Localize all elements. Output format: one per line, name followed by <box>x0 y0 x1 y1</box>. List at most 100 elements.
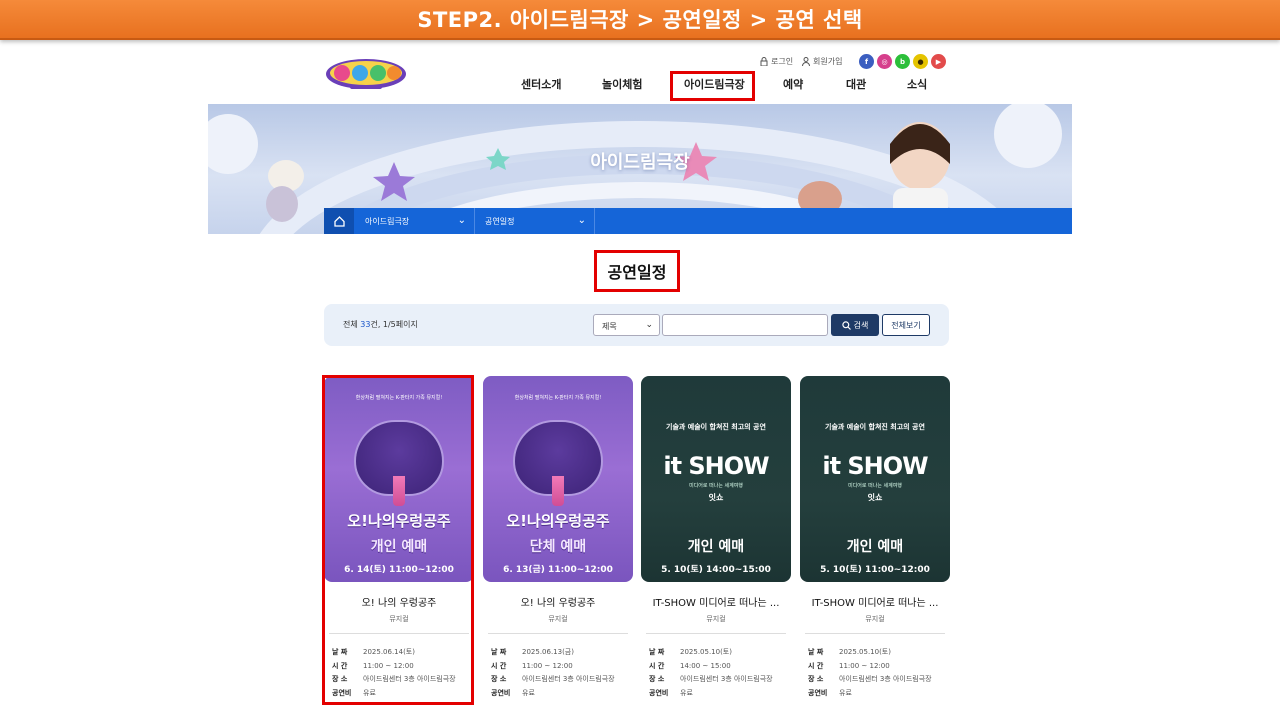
poster-booking-type: 개인 예매 <box>846 539 904 555</box>
page-title: 공연일정 <box>607 263 667 282</box>
poster-title: it SHOW <box>822 452 928 480</box>
card-info: 날 짜 2025.06.13(금) 시 간 11:00 ~ 12:00 장 소 아이드… <box>491 646 631 700</box>
poster-korean-title: 잇쇼 <box>867 493 883 502</box>
subnav-dropdown-theater[interactable]: 아이드림극장 ⌄ <box>355 208 475 234</box>
kakao-icon[interactable]: ● <box>913 54 928 69</box>
card-title[interactable]: 오! 나의 우렁공주 <box>483 594 633 609</box>
home-icon <box>333 215 345 227</box>
info-value: 11:00 ~ 12:00 <box>839 661 890 670</box>
subnav-dropdown-label: 아이드림극장 <box>365 216 410 226</box>
info-value: 유료 <box>522 688 535 697</box>
poster-image[interactable]: 환상처럼 펼쳐지는 K-판타지 가족 뮤지컬! 오!나의우렁공주 단체 예매 6… <box>483 376 633 582</box>
step-title: STEP2. 아이드림극장 > 공연일정 > 공연 선택 <box>417 8 863 32</box>
info-key: 시 간 <box>649 661 665 670</box>
card-genre: 뮤지컬 <box>706 615 726 623</box>
login-label: 로그인 <box>771 57 794 66</box>
info-key: 날 짜 <box>491 648 507 656</box>
instagram-icon[interactable]: ◎ <box>877 54 892 69</box>
lock-icon <box>760 57 768 66</box>
info-value: 아이드림센터 3층 아이드림극장 <box>680 675 773 683</box>
nav-item-reservation[interactable]: 예약 <box>783 76 803 92</box>
poster-tagline: 기술과 예술이 합쳐진 최고의 공연 <box>666 423 766 431</box>
poster-date: 6. 13(금) 11:00~12:00 <box>503 565 613 575</box>
search-button-label: 검색 <box>853 320 869 330</box>
performance-card[interactable]: 환상처럼 펼쳐지는 K-판타지 가족 뮤지컬! 오!나의우렁공주 단체 예매 6… <box>483 376 633 706</box>
nav-item-play[interactable]: 놀이체험 <box>602 76 642 92</box>
info-value: 11:00 ~ 12:00 <box>522 661 573 670</box>
chevron-down-icon: ⌄ <box>645 320 653 330</box>
poster-tassel <box>552 476 564 506</box>
poster-image[interactable]: 기술과 예술이 합쳐진 최고의 공연 it SHOW 미디어로 떠나는 세계여행… <box>800 376 950 582</box>
facebook-icon[interactable]: f <box>859 54 874 69</box>
site-logo[interactable] <box>324 52 408 92</box>
nav-item-center[interactable]: 센터소개 <box>521 76 561 92</box>
youtube-icon[interactable]: ▶ <box>931 54 946 69</box>
poster-korean-title: 잇쇼 <box>708 493 724 502</box>
poster-tagline: 환상처럼 펼쳐지는 K-판타지 가족 뮤지컬! <box>514 395 602 401</box>
card-divider <box>488 633 628 634</box>
info-value: 2025.05.10(토) <box>839 648 891 656</box>
blog-icon[interactable]: b <box>895 54 910 69</box>
search-input[interactable] <box>662 314 828 336</box>
poster-date: 5. 10(토) 14:00~15:00 <box>661 565 771 575</box>
card-genre: 뮤지컬 <box>865 615 885 623</box>
result-count: 전체 33건, 1/5페이지 <box>343 319 418 330</box>
search-field-select[interactable]: 제목 ⌄ <box>593 314 660 336</box>
info-key: 시 간 <box>491 661 507 670</box>
join-link[interactable]: 회원가입 <box>802 56 842 67</box>
info-key: 장 소 <box>491 675 507 683</box>
select-value: 제목 <box>602 322 617 331</box>
view-all-button[interactable]: 전체보기 <box>882 314 930 336</box>
performance-card[interactable]: 기술과 예술이 합쳐진 최고의 공연 it SHOW 미디어로 떠나는 세계여행… <box>641 376 791 706</box>
card-title[interactable]: IT-SHOW 미디어로 떠나는 ... <box>800 594 950 609</box>
highlight-box-nav <box>670 71 755 101</box>
poster-date: 5. 10(토) 11:00~12:00 <box>820 565 930 575</box>
card-divider <box>805 633 945 634</box>
performance-card[interactable]: 기술과 예술이 합쳐진 최고의 공연 it SHOW 미디어로 떠나는 세계여행… <box>800 376 950 706</box>
card-info: 날 짜 2025.05.10(토) 시 간 11:00 ~ 12:00 장 소 아이드… <box>808 646 948 700</box>
search-panel: 전체 33건, 1/5페이지 제목 ⌄ 검색 전체보기 <box>324 304 949 346</box>
info-key: 날 짜 <box>808 648 824 656</box>
nav-item-news[interactable]: 소식 <box>907 76 927 92</box>
card-title[interactable]: IT-SHOW 미디어로 떠나는 ... <box>641 594 791 609</box>
info-key: 날 짜 <box>649 648 665 656</box>
info-value: 아이드림센터 3층 아이드림극장 <box>522 675 615 683</box>
info-key: 장 소 <box>808 675 824 683</box>
poster-title: 오!나의우렁공주 <box>506 512 610 530</box>
subnav-dropdown-schedule[interactable]: 공연일정 ⌄ <box>475 208 595 234</box>
card-genre: 뮤지컬 <box>548 615 568 623</box>
info-value: 아이드림센터 3층 아이드림극장 <box>839 675 932 683</box>
hero-banner: 아이드림극장 아이드림극장 ⌄ 공연일정 ⌄ <box>208 104 1072 234</box>
info-key: 공연비 <box>649 688 669 697</box>
info-value: 유료 <box>839 688 852 697</box>
poster-title: it SHOW <box>663 452 769 480</box>
poster-subtitle: 미디어로 떠나는 세계여행 <box>848 483 902 489</box>
info-key: 시 간 <box>808 661 824 670</box>
sub-navigation: 아이드림극장 ⌄ 공연일정 ⌄ <box>324 208 1072 234</box>
subnav-dropdown-label: 공연일정 <box>485 216 515 226</box>
info-key: 장 소 <box>649 675 665 683</box>
count-prefix: 전체 <box>343 320 361 329</box>
sns-links: f ◎ b ● ▶ <box>859 54 946 69</box>
info-value: 14:00 ~ 15:00 <box>680 661 731 670</box>
highlight-box-card <box>322 375 474 705</box>
count-suffix: 건, 1/5페이지 <box>370 320 418 329</box>
login-link[interactable]: 로그인 <box>760 56 793 67</box>
banner-title: 아이드림극장 <box>590 152 690 173</box>
poster-image[interactable]: 기술과 예술이 합쳐진 최고의 공연 it SHOW 미디어로 떠나는 세계여행… <box>641 376 791 582</box>
poster-booking-type: 단체 예매 <box>529 539 587 555</box>
info-value: 2025.05.10(토) <box>680 648 732 656</box>
poster-booking-type: 개인 예매 <box>687 539 745 555</box>
search-button[interactable]: 검색 <box>831 314 879 336</box>
card-divider <box>646 633 786 634</box>
chevron-down-icon: ⌄ <box>577 215 586 226</box>
home-button[interactable] <box>324 208 354 234</box>
info-value: 2025.06.13(금) <box>522 648 574 656</box>
info-key: 공연비 <box>808 688 828 697</box>
join-label: 회원가입 <box>813 57 843 66</box>
info-key: 공연비 <box>491 688 511 697</box>
poster-subtitle: 미디어로 떠나는 세계여행 <box>689 483 743 489</box>
nav-item-rental[interactable]: 대관 <box>846 76 866 92</box>
chevron-down-icon: ⌄ <box>457 215 466 226</box>
user-icon <box>802 57 810 66</box>
